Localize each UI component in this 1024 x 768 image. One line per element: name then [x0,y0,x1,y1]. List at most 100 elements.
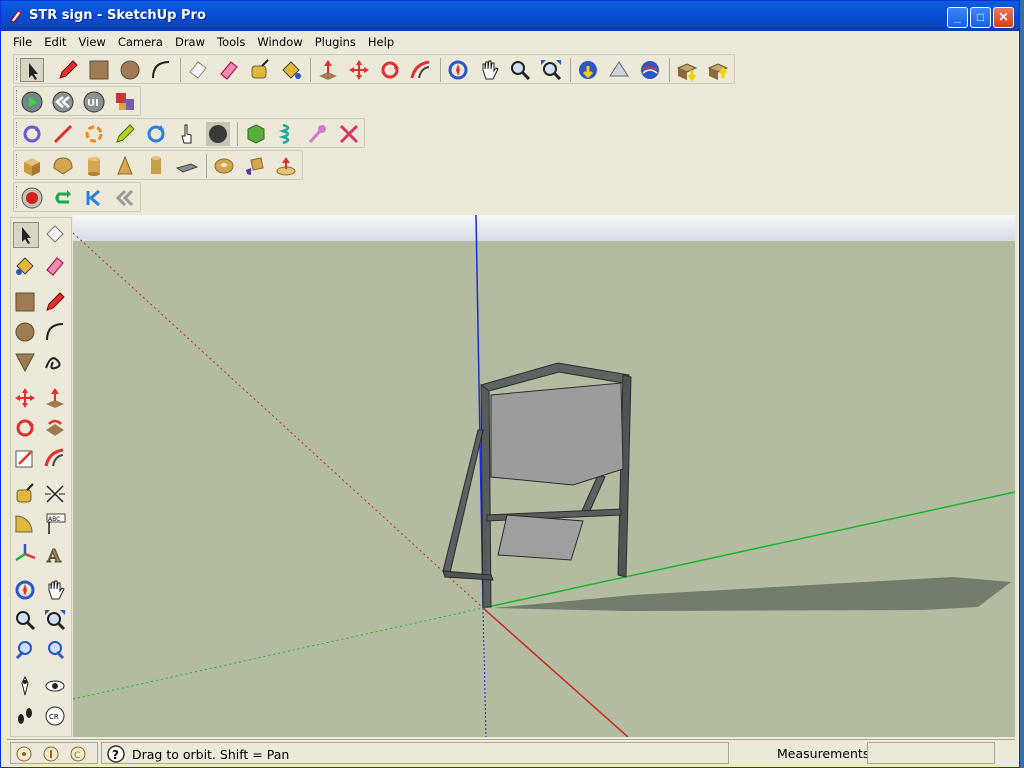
loop-icon[interactable] [51,186,75,210]
tape-measure-icon[interactable] [248,58,272,82]
lt-scale-icon[interactable] [13,446,39,472]
donut-icon[interactable] [212,154,236,178]
lt-select-icon[interactable] [13,222,39,248]
lt-walk-icon[interactable] [13,704,39,730]
box-icon[interactable] [20,154,44,178]
lt-tape-measure-icon[interactable] [13,482,39,508]
lt-move-icon[interactable] [13,386,39,412]
cross-icon[interactable] [337,122,361,146]
rotate-icon[interactable] [378,58,402,82]
rewind-icon[interactable] [51,90,75,114]
menu-file[interactable]: File [7,32,38,49]
rectangle-icon[interactable] [87,58,111,82]
orbit-icon[interactable] [446,58,470,82]
menu-view[interactable]: View [73,32,112,49]
circle-icon[interactable] [118,58,142,82]
lt-zoom-icon[interactable] [13,608,39,634]
lt-3d-text-icon[interactable]: A [43,542,69,568]
menu-help[interactable]: Help [362,32,400,49]
lt-rectangle-icon[interactable] [13,290,39,316]
spring-icon[interactable] [275,122,299,146]
minimize-button[interactable]: _ [947,7,968,28]
lt-look-around-icon[interactable] [43,674,69,700]
follow-me-icon[interactable] [409,58,433,82]
lt-section-plane-icon[interactable]: CR [43,704,69,730]
move-icon[interactable] [347,58,371,82]
pencil-icon[interactable] [56,58,80,82]
help-icon[interactable]: ? [106,744,126,767]
lt-next-view-icon[interactable] [43,638,69,664]
get-models-icon[interactable] [576,58,600,82]
lt-offset-icon[interactable] [43,446,69,472]
menu-tools[interactable]: Tools [211,32,251,49]
green-sphere-icon[interactable] [244,122,268,146]
geo-location-icon[interactable] [15,745,33,766]
menu-draw[interactable]: Draw [169,32,211,49]
lt-orbit-icon[interactable] [13,578,39,604]
import-component-icon[interactable] [675,58,699,82]
hand-pointer-icon[interactable] [175,122,199,146]
lt-rotate-icon[interactable] [13,416,39,442]
shape-icon[interactable] [243,154,267,178]
dome-icon[interactable] [51,154,75,178]
lt-pencil-icon[interactable] [43,290,69,316]
export-component-icon[interactable] [706,58,730,82]
play-icon[interactable] [20,90,44,114]
lt-arc-icon[interactable] [43,320,69,346]
lt-make-component-icon[interactable] [43,222,69,248]
lt-freehand-icon[interactable] [43,350,69,376]
cone-icon[interactable] [113,154,137,178]
record-icon[interactable] [20,186,44,210]
lt-pan-icon[interactable] [43,578,69,604]
tube-icon[interactable] [144,154,168,178]
copyright-icon[interactable]: C [69,745,87,766]
title-bar[interactable]: STR sign - SketchUp Pro _ □ ✕ [1,1,1019,31]
lt-push-pull-icon[interactable] [43,386,69,412]
google-earth-icon[interactable] [638,58,662,82]
rotate-orange-icon[interactable] [82,122,106,146]
push-pull-icon[interactable] [316,58,340,82]
lt-zoom-window-icon[interactable] [43,608,69,634]
scene-canvas[interactable] [73,215,1015,737]
lt-previous-view-icon[interactable] [13,638,39,664]
lt-paint-bucket-icon[interactable] [13,254,39,280]
menu-plugins[interactable]: Plugins [309,32,362,49]
pin-icon[interactable] [306,122,330,146]
menu-edit[interactable]: Edit [38,32,72,49]
plate-icon[interactable] [175,154,199,178]
lt-position-camera-icon[interactable] [13,674,39,700]
ui-icon[interactable]: UI [82,90,106,114]
select-icon[interactable] [20,58,44,82]
previous-icon[interactable] [113,186,137,210]
lt-eraser-icon[interactable] [43,254,69,280]
eraser-icon[interactable] [186,58,210,82]
refresh-icon[interactable] [144,122,168,146]
close-button[interactable]: ✕ [993,7,1014,28]
share-model-icon[interactable] [607,58,631,82]
zoom-extents-icon[interactable] [539,58,563,82]
pan-icon[interactable] [477,58,501,82]
lt-circle-icon[interactable] [13,320,39,346]
arc-icon[interactable] [149,58,173,82]
zoom-icon[interactable] [508,58,532,82]
line-icon[interactable] [51,122,75,146]
measurements-input[interactable] [867,742,995,764]
lt-axes-icon[interactable] [13,542,39,568]
pencil-green-icon[interactable] [113,122,137,146]
lt-text-icon[interactable]: ABC [43,512,69,538]
lt-polygon-icon[interactable] [13,350,39,376]
ruby-console-icon[interactable] [113,90,137,114]
credits-icon[interactable] [42,745,60,766]
black-circle-icon[interactable] [206,122,230,146]
paint-bucket-icon[interactable] [279,58,303,82]
first-frame-icon[interactable] [82,186,106,210]
orbit-blue-icon[interactable] [20,122,44,146]
cylinder-icon[interactable] [82,154,106,178]
push-shape-icon[interactable] [274,154,298,178]
menu-camera[interactable]: Camera [112,32,169,49]
eraser-pink-icon[interactable] [217,58,241,82]
maximize-button[interactable]: □ [970,7,991,28]
lt-protractor-icon[interactable] [13,512,39,538]
menu-window[interactable]: Window [251,32,308,49]
lt-dimension-icon[interactable] [43,482,69,508]
